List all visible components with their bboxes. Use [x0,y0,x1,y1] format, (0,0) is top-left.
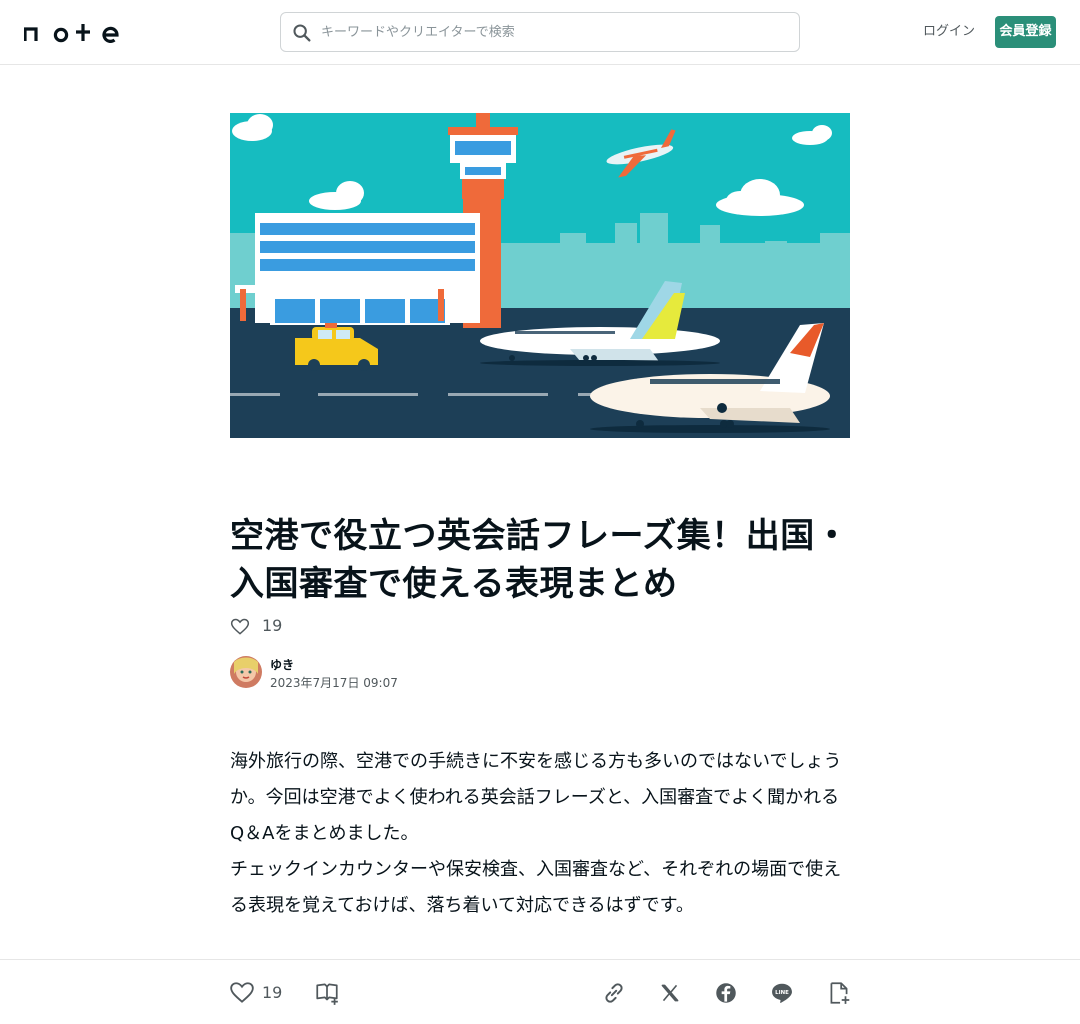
author-info[interactable]: ゆき 2023年7月17日 09:07 [230,656,530,690]
article-title: 空港で役立つ英会話フレーズ集！出国・入国審査で使える表現まとめ [230,516,850,604]
magazine-add-icon[interactable] [314,980,340,1006]
publish-date: 2023年7月17日 09:07 [270,676,398,690]
action-bar: 19 LINE [0,959,1080,1024]
heart-icon[interactable] [230,617,250,637]
like-summary: 19 [230,615,350,639]
search-box[interactable] [280,12,800,52]
like-count: 19 [262,616,283,635]
search-icon [293,24,311,42]
link-icon[interactable] [601,980,627,1006]
login-link[interactable]: ログイン [920,22,978,42]
note-add-icon[interactable] [826,980,852,1006]
search-input[interactable] [321,13,791,51]
signup-button[interactable]: 会員登録 [995,16,1056,48]
article-paragraph: 海外旅行の際、空港での手続きに不安を感じる方も多いのではないでしょうか。今回は空… [230,751,842,844]
facebook-icon[interactable] [713,980,739,1006]
like-count: 19 [262,983,283,1002]
airport-illustration [230,113,850,438]
article-paragraph: チェックインカウンターや保安検査、入国審査など、それぞれの場面で使える表現を覚え… [230,859,842,916]
author-name[interactable]: ゆき [270,657,294,673]
site-header: ログイン 会員登録 [0,0,1080,65]
svg-text:LINE: LINE [775,990,789,996]
line-icon[interactable]: LINE [769,980,795,1006]
avatar[interactable] [230,656,262,688]
heart-icon[interactable] [229,980,255,1006]
note-logo[interactable] [24,20,124,44]
x-icon[interactable] [657,980,683,1006]
hero-image [230,113,850,438]
